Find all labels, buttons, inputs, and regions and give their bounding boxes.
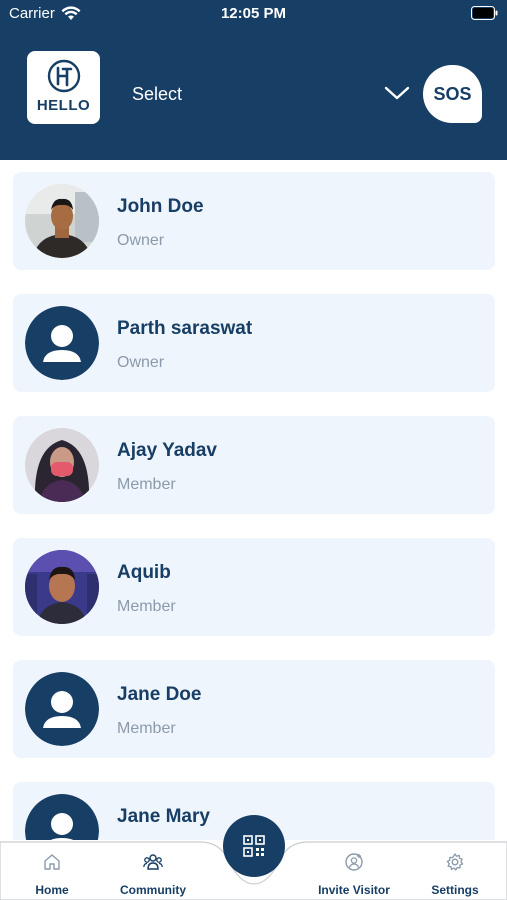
- nav-label: Invite Visitor: [318, 883, 390, 897]
- member-role: Member: [117, 476, 176, 493]
- invite-visitor-icon: [345, 853, 363, 871]
- member-card[interactable]: John Doe Owner: [13, 172, 495, 270]
- gear-icon: [446, 853, 464, 871]
- member-name: Aquib: [117, 562, 171, 583]
- member-role: Member: [117, 598, 176, 615]
- battery-icon: [471, 6, 498, 20]
- avatar-photo: [25, 184, 99, 258]
- qr-code-icon: [243, 835, 265, 857]
- user-placeholder-icon: [25, 794, 99, 840]
- app-logo: HELLO: [27, 51, 100, 124]
- member-list: John Doe Owner Parth saraswat Owner Ajay…: [0, 160, 507, 840]
- member-role: Owner: [117, 354, 165, 371]
- avatar: [25, 184, 99, 258]
- community-icon: [143, 854, 163, 870]
- nav-community[interactable]: Community: [108, 852, 198, 900]
- avatar: [25, 794, 99, 840]
- home-icon: [44, 854, 60, 870]
- nav-invite-visitor[interactable]: Invite Visitor: [309, 852, 399, 900]
- member-card[interactable]: Ajay Yadav Member: [13, 416, 495, 514]
- logo-text: HELLO: [36, 97, 91, 114]
- qr-scan-button[interactable]: [223, 815, 285, 877]
- app-screen: Carrier 12:05 PM HELLO Select SOS John D…: [0, 0, 507, 900]
- nav-label: Settings: [431, 883, 479, 897]
- nav-home[interactable]: Home: [7, 852, 97, 900]
- member-name: Parth saraswat: [117, 318, 253, 339]
- avatar-photo: [25, 428, 99, 502]
- avatar: [25, 428, 99, 502]
- building-select[interactable]: Select: [132, 84, 182, 105]
- member-name: Jane Doe: [117, 684, 202, 705]
- member-card[interactable]: Jane Doe Member: [13, 660, 495, 758]
- logo-mark-icon: [47, 59, 81, 93]
- avatar: [25, 306, 99, 380]
- user-placeholder-icon: [25, 672, 99, 746]
- member-name: Ajay Yadav: [117, 440, 218, 461]
- avatar: [25, 672, 99, 746]
- chevron-down-icon[interactable]: [384, 84, 410, 102]
- member-card[interactable]: Aquib Member: [13, 538, 495, 636]
- member-name: Jane Mary: [117, 806, 210, 827]
- sos-button[interactable]: SOS: [423, 65, 482, 123]
- nav-label: Community: [120, 883, 186, 897]
- member-role: Member: [117, 720, 176, 737]
- status-bar: Carrier 12:05 PM: [0, 0, 507, 30]
- avatar: [25, 550, 99, 624]
- member-name: John Doe: [117, 196, 204, 217]
- clock: 12:05 PM: [220, 5, 287, 22]
- user-placeholder-icon: [25, 306, 99, 380]
- avatar-photo: [25, 550, 99, 624]
- nav-settings[interactable]: Settings: [410, 852, 500, 900]
- member-card[interactable]: Parth saraswat Owner: [13, 294, 495, 392]
- nav-label: Home: [35, 883, 69, 897]
- member-role: Owner: [117, 232, 165, 249]
